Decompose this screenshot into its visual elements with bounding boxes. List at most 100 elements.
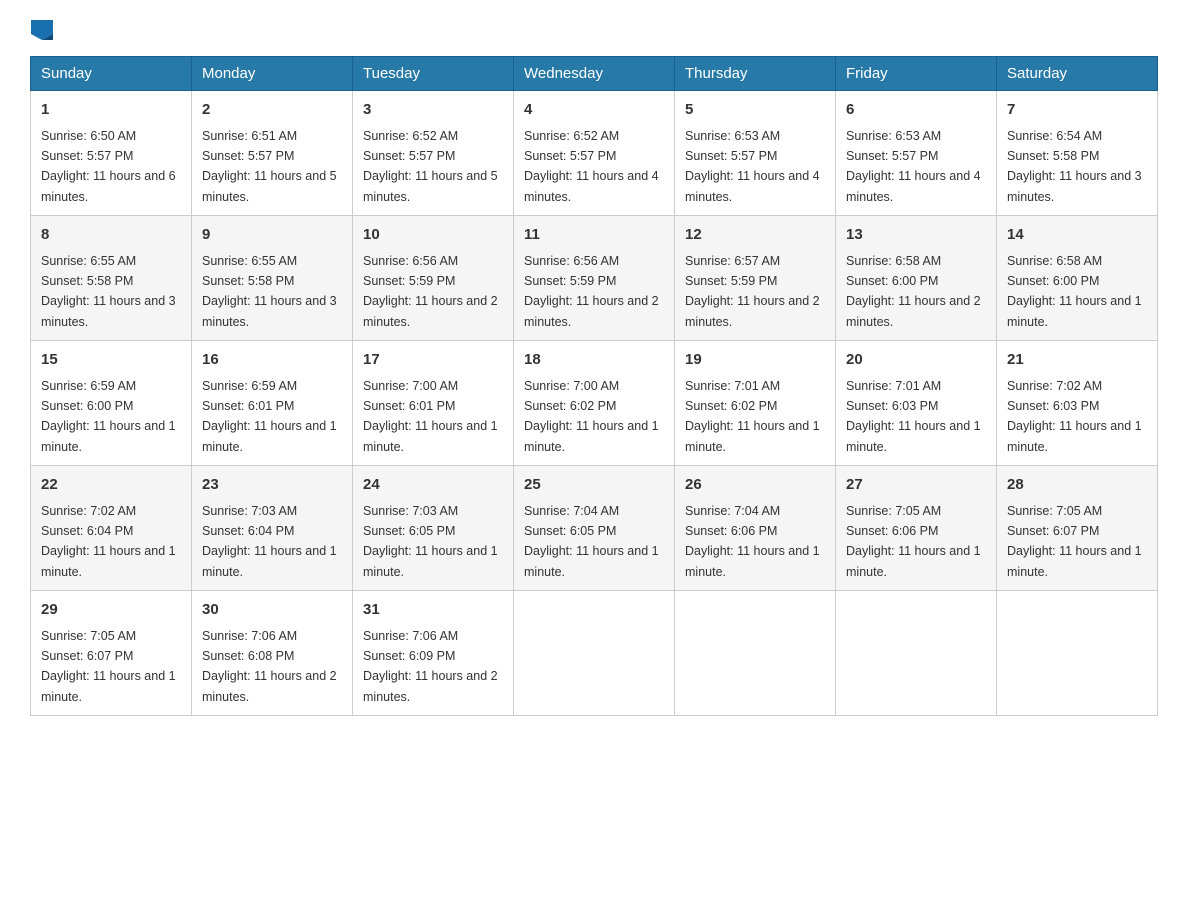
calendar-cell — [514, 591, 675, 716]
logo — [30, 20, 54, 40]
day-number: 12 — [685, 224, 825, 247]
day-number: 25 — [524, 474, 664, 497]
day-info: Sunrise: 7:06 AMSunset: 6:08 PMDaylight:… — [202, 629, 337, 704]
column-header-tuesday: Tuesday — [353, 57, 514, 91]
day-info: Sunrise: 6:56 AMSunset: 5:59 PMDaylight:… — [363, 254, 498, 329]
day-info: Sunrise: 6:58 AMSunset: 6:00 PMDaylight:… — [846, 254, 981, 329]
calendar-cell: 3 Sunrise: 6:52 AMSunset: 5:57 PMDaylight… — [353, 91, 514, 216]
calendar-cell: 30 Sunrise: 7:06 AMSunset: 6:08 PMDayligh… — [192, 591, 353, 716]
calendar-cell: 11 Sunrise: 6:56 AMSunset: 5:59 PMDayligh… — [514, 216, 675, 341]
day-info: Sunrise: 7:05 AMSunset: 6:06 PMDaylight:… — [846, 504, 981, 579]
calendar-cell: 14 Sunrise: 6:58 AMSunset: 6:00 PMDayligh… — [997, 216, 1158, 341]
calendar-cell — [997, 591, 1158, 716]
calendar-cell: 1 Sunrise: 6:50 AMSunset: 5:57 PMDaylight… — [31, 91, 192, 216]
calendar-cell: 21 Sunrise: 7:02 AMSunset: 6:03 PMDayligh… — [997, 341, 1158, 466]
column-header-thursday: Thursday — [675, 57, 836, 91]
calendar-cell: 25 Sunrise: 7:04 AMSunset: 6:05 PMDayligh… — [514, 466, 675, 591]
calendar-cell: 5 Sunrise: 6:53 AMSunset: 5:57 PMDaylight… — [675, 91, 836, 216]
calendar-cell: 26Sunrise: 7:04 AMSunset: 6:06 PMDayligh… — [675, 466, 836, 591]
day-info: Sunrise: 7:00 AMSunset: 6:01 PMDaylight:… — [363, 379, 498, 454]
day-info: Sunrise: 6:59 AMSunset: 6:01 PMDaylight:… — [202, 379, 337, 454]
day-number: 13 — [846, 224, 986, 247]
day-number: 20 — [846, 349, 986, 372]
day-number: 19 — [685, 349, 825, 372]
day-number: 30 — [202, 599, 342, 622]
day-info: Sunrise: 6:50 AMSunset: 5:57 PMDaylight:… — [41, 129, 176, 204]
day-info: Sunrise: 7:02 AMSunset: 6:03 PMDaylight:… — [1007, 379, 1142, 454]
day-number: 27 — [846, 474, 986, 497]
day-number: 1 — [41, 99, 181, 122]
day-number: 17 — [363, 349, 503, 372]
calendar-cell: 24 Sunrise: 7:03 AMSunset: 6:05 PMDayligh… — [353, 466, 514, 591]
calendar-cell — [675, 591, 836, 716]
calendar-cell: 2 Sunrise: 6:51 AMSunset: 5:57 PMDaylight… — [192, 91, 353, 216]
day-number: 4 — [524, 99, 664, 122]
day-info: Sunrise: 6:52 AMSunset: 5:57 PMDaylight:… — [363, 129, 498, 204]
day-number: 22 — [41, 474, 181, 497]
day-info: Sunrise: 6:53 AMSunset: 5:57 PMDaylight:… — [685, 129, 820, 204]
day-info: Sunrise: 7:00 AMSunset: 6:02 PMDaylight:… — [524, 379, 659, 454]
column-header-monday: Monday — [192, 57, 353, 91]
day-number: 18 — [524, 349, 664, 372]
calendar-cell: 19 Sunrise: 7:01 AMSunset: 6:02 PMDayligh… — [675, 341, 836, 466]
day-number: 29 — [41, 599, 181, 622]
day-number: 2 — [202, 99, 342, 122]
column-header-wednesday: Wednesday — [514, 57, 675, 91]
calendar-cell: 4 Sunrise: 6:52 AMSunset: 5:57 PMDaylight… — [514, 91, 675, 216]
calendar-cell: 10 Sunrise: 6:56 AMSunset: 5:59 PMDayligh… — [353, 216, 514, 341]
day-number: 6 — [846, 99, 986, 122]
calendar-cell: 15Sunrise: 6:59 AMSunset: 6:00 PMDayligh… — [31, 341, 192, 466]
day-number: 11 — [524, 224, 664, 247]
calendar-cell: 12 Sunrise: 6:57 AMSunset: 5:59 PMDayligh… — [675, 216, 836, 341]
calendar-cell: 28Sunrise: 7:05 AMSunset: 6:07 PMDayligh… — [997, 466, 1158, 591]
day-info: Sunrise: 6:58 AMSunset: 6:00 PMDaylight:… — [1007, 254, 1142, 329]
calendar-table: SundayMondayTuesdayWednesdayThursdayFrid… — [30, 56, 1158, 716]
day-info: Sunrise: 6:55 AMSunset: 5:58 PMDaylight:… — [41, 254, 176, 329]
day-number: 8 — [41, 224, 181, 247]
calendar-cell: 23Sunrise: 7:03 AMSunset: 6:04 PMDayligh… — [192, 466, 353, 591]
calendar-cell: 27 Sunrise: 7:05 AMSunset: 6:06 PMDayligh… — [836, 466, 997, 591]
day-info: Sunrise: 6:54 AMSunset: 5:58 PMDaylight:… — [1007, 129, 1142, 204]
day-info: Sunrise: 6:55 AMSunset: 5:58 PMDaylight:… — [202, 254, 337, 329]
day-info: Sunrise: 7:03 AMSunset: 6:05 PMDaylight:… — [363, 504, 498, 579]
day-number: 16 — [202, 349, 342, 372]
day-info: Sunrise: 7:06 AMSunset: 6:09 PMDaylight:… — [363, 629, 498, 704]
calendar-cell: 8 Sunrise: 6:55 AMSunset: 5:58 PMDaylight… — [31, 216, 192, 341]
logo-icon — [31, 20, 53, 40]
day-info: Sunrise: 6:53 AMSunset: 5:57 PMDaylight:… — [846, 129, 981, 204]
calendar-cell: 17 Sunrise: 7:00 AMSunset: 6:01 PMDayligh… — [353, 341, 514, 466]
column-header-sunday: Sunday — [31, 57, 192, 91]
calendar-cell: 6 Sunrise: 6:53 AMSunset: 5:57 PMDaylight… — [836, 91, 997, 216]
day-info: Sunrise: 7:04 AMSunset: 6:05 PMDaylight:… — [524, 504, 659, 579]
calendar-cell: 29 Sunrise: 7:05 AMSunset: 6:07 PMDayligh… — [31, 591, 192, 716]
day-number: 23 — [202, 474, 342, 497]
day-info: Sunrise: 6:52 AMSunset: 5:57 PMDaylight:… — [524, 129, 659, 204]
day-number: 3 — [363, 99, 503, 122]
calendar-cell — [836, 591, 997, 716]
day-info: Sunrise: 7:02 AMSunset: 6:04 PMDaylight:… — [41, 504, 176, 579]
day-number: 10 — [363, 224, 503, 247]
day-info: Sunrise: 6:51 AMSunset: 5:57 PMDaylight:… — [202, 129, 337, 204]
calendar-cell: 31 Sunrise: 7:06 AMSunset: 6:09 PMDayligh… — [353, 591, 514, 716]
calendar-cell: 13 Sunrise: 6:58 AMSunset: 6:00 PMDayligh… — [836, 216, 997, 341]
day-number: 15 — [41, 349, 181, 372]
day-info: Sunrise: 6:56 AMSunset: 5:59 PMDaylight:… — [524, 254, 659, 329]
calendar-cell: 7 Sunrise: 6:54 AMSunset: 5:58 PMDaylight… — [997, 91, 1158, 216]
day-number: 28 — [1007, 474, 1147, 497]
day-number: 5 — [685, 99, 825, 122]
day-info: Sunrise: 6:57 AMSunset: 5:59 PMDaylight:… — [685, 254, 820, 329]
column-header-saturday: Saturday — [997, 57, 1158, 91]
calendar-cell: 18 Sunrise: 7:00 AMSunset: 6:02 PMDayligh… — [514, 341, 675, 466]
calendar-cell: 22 Sunrise: 7:02 AMSunset: 6:04 PMDayligh… — [31, 466, 192, 591]
day-number: 31 — [363, 599, 503, 622]
day-info: Sunrise: 7:05 AMSunset: 6:07 PMDaylight:… — [41, 629, 176, 704]
day-number: 7 — [1007, 99, 1147, 122]
day-number: 9 — [202, 224, 342, 247]
calendar-cell: 20 Sunrise: 7:01 AMSunset: 6:03 PMDayligh… — [836, 341, 997, 466]
day-info: Sunrise: 7:04 AMSunset: 6:06 PMDaylight:… — [685, 504, 820, 579]
day-info: Sunrise: 7:01 AMSunset: 6:03 PMDaylight:… — [846, 379, 981, 454]
day-number: 14 — [1007, 224, 1147, 247]
day-info: Sunrise: 7:01 AMSunset: 6:02 PMDaylight:… — [685, 379, 820, 454]
day-number: 21 — [1007, 349, 1147, 372]
day-number: 24 — [363, 474, 503, 497]
